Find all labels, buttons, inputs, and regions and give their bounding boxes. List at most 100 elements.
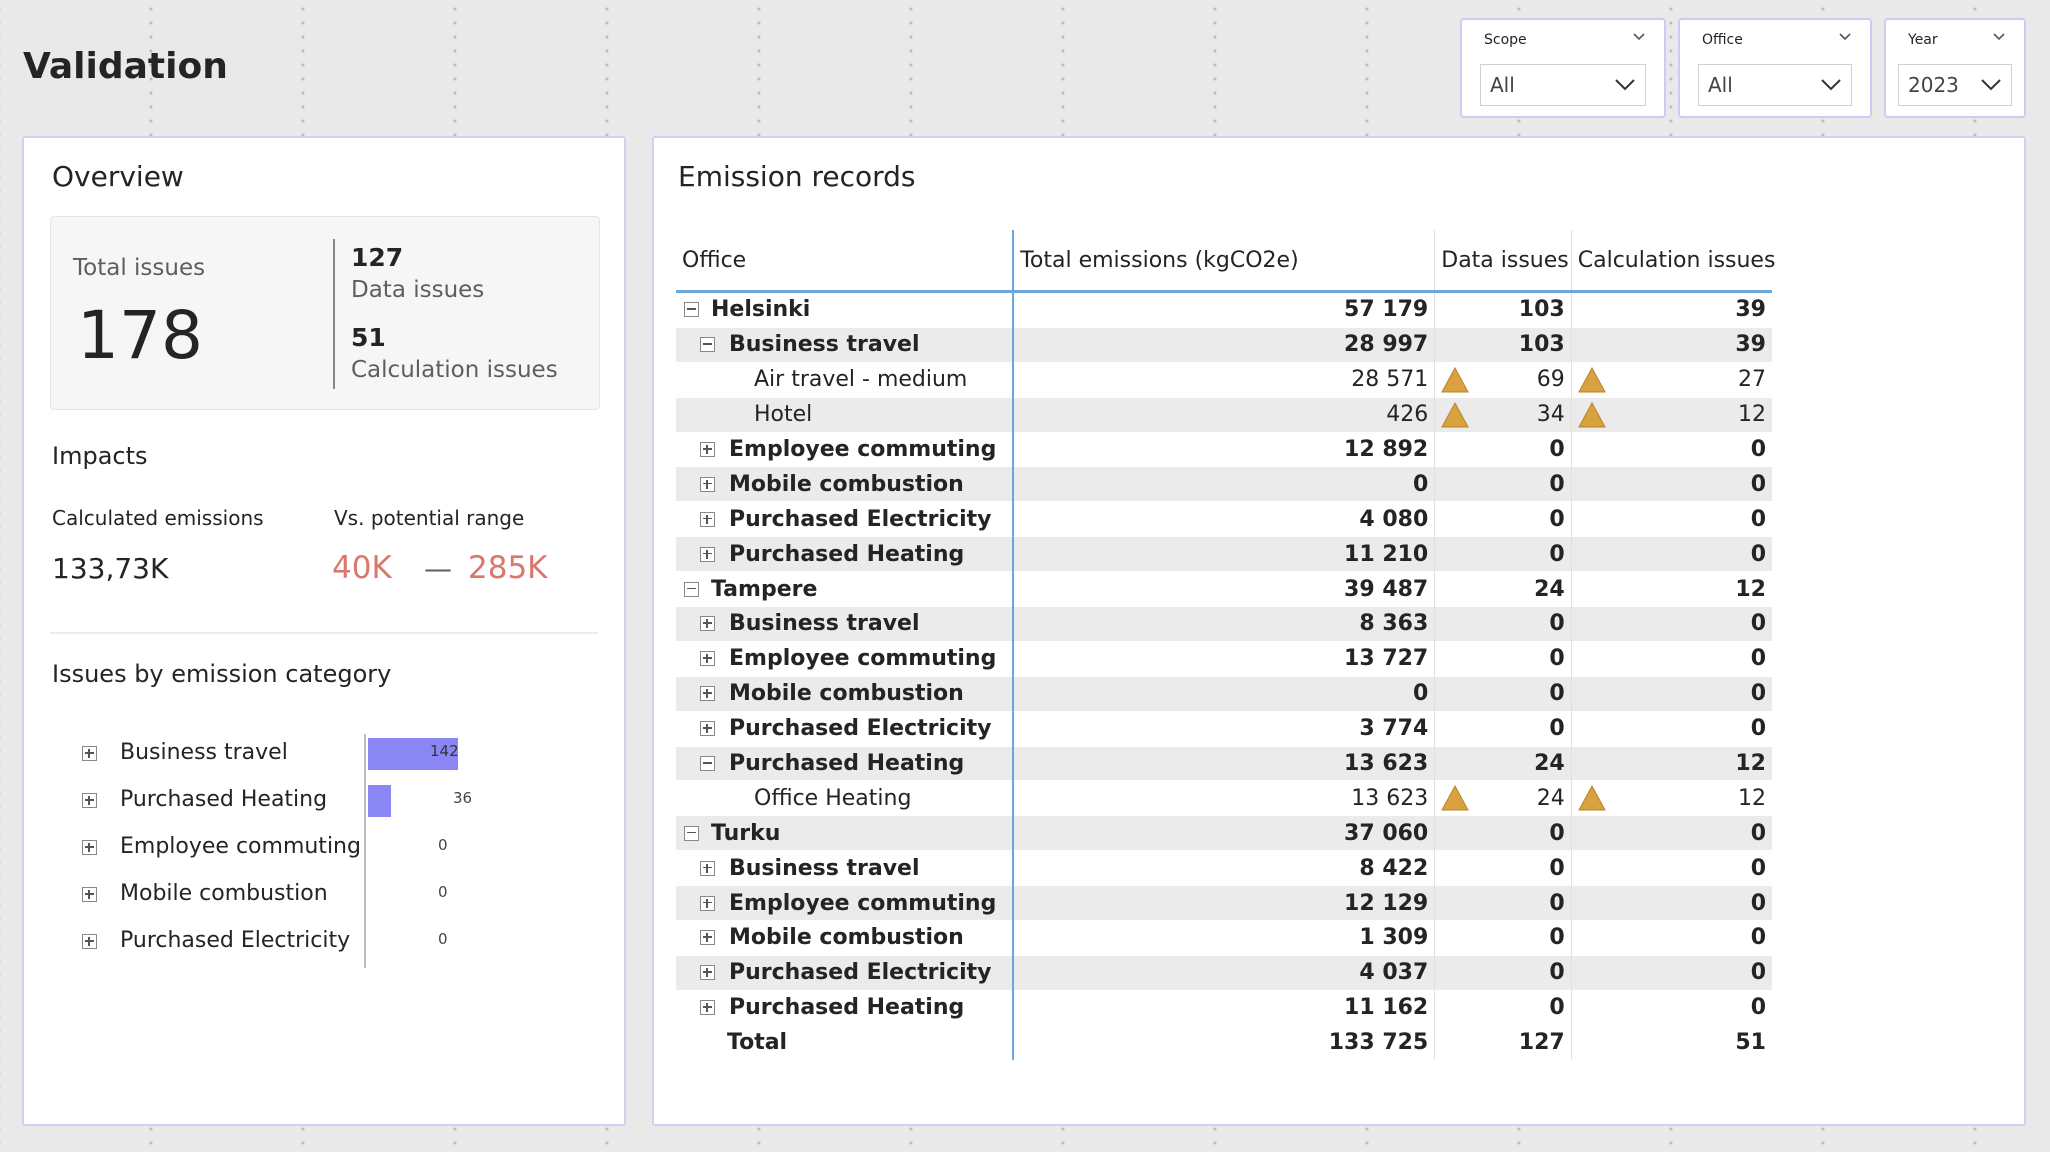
data-issues-cell: 0 — [1434, 954, 1572, 991]
calc-issues-cell: 0 — [1571, 954, 1772, 991]
matrix-row[interactable]: Business travel 8 363 0 0 — [676, 606, 1772, 642]
office-dropdown[interactable]: All — [1698, 64, 1852, 106]
column-header-calc-issues[interactable]: Calculation issues — [1571, 230, 1775, 293]
slicer-label: Office — [1702, 32, 1743, 48]
column-header-data-issues[interactable]: Data issues — [1434, 230, 1572, 293]
warning-icon — [1577, 401, 1606, 428]
expand-plus-icon[interactable] — [700, 860, 715, 876]
expand-plus-icon[interactable] — [700, 1000, 715, 1016]
range-label: Vs. potential range — [334, 506, 525, 530]
column-header-office[interactable]: Office — [676, 230, 1015, 293]
expand-plus-icon[interactable] — [82, 793, 97, 808]
collapse-minus-icon[interactable] — [684, 302, 699, 318]
matrix-row[interactable]: Business travel 28 997 103 39 — [676, 326, 1772, 363]
collapse-minus-icon[interactable] — [700, 756, 715, 772]
matrix-header-row: Office Total emissions (kgCO2e) Data iss… — [676, 230, 1775, 293]
data-issues-cell: 0 — [1434, 920, 1572, 956]
office-slicer[interactable]: Office All — [1678, 18, 1872, 118]
matrix-row[interactable]: Tampere 39 487 24 12 — [676, 571, 1772, 607]
office-cell: Business travel — [676, 326, 1015, 363]
emission-records-title: Emission records — [678, 160, 916, 193]
expand-plus-icon[interactable] — [700, 686, 715, 702]
range-high-value: 285K — [468, 550, 548, 586]
emissions-cell: 4 037 — [1013, 954, 1436, 991]
expand-plus-icon[interactable] — [700, 546, 715, 562]
emissions-cell: 4 080 — [1013, 501, 1436, 537]
matrix-row[interactable]: Purchased Electricity 4 080 0 0 — [676, 501, 1772, 537]
matrix-row[interactable]: Turku 37 060 0 0 — [676, 815, 1772, 851]
calc-issues-cell: 0 — [1571, 675, 1772, 712]
matrix-row[interactable]: Hotel 426 34 12 — [676, 396, 1772, 433]
emissions-cell: 0 — [1013, 675, 1436, 712]
expand-plus-icon[interactable] — [700, 930, 715, 946]
emissions-cell: 12 892 — [1013, 431, 1436, 467]
matrix-row[interactable]: Purchased Electricity 4 037 0 0 — [676, 954, 1772, 991]
office-cell: Turku — [676, 815, 1015, 851]
emissions-cell: 39 487 — [1013, 571, 1436, 607]
expand-plus-icon[interactable] — [700, 721, 715, 737]
expand-plus-icon[interactable] — [82, 887, 97, 902]
matrix-row[interactable]: Mobile combustion 0 0 0 — [676, 675, 1772, 712]
collapse-minus-icon[interactable] — [684, 581, 699, 597]
slicer-label: Year — [1908, 32, 1938, 48]
matrix-row[interactable]: Mobile combustion 0 0 0 — [676, 466, 1772, 502]
matrix-row[interactable]: Business travel 8 422 0 0 — [676, 850, 1772, 886]
matrix-row[interactable]: Air travel - medium 28 571 69 27 — [676, 361, 1772, 398]
calc-issues-cell: 12 — [1571, 745, 1772, 781]
calc-issues-label: Calculation issues — [351, 357, 558, 383]
column-header-emissions[interactable]: Total emissions (kgCO2e) — [1013, 230, 1436, 293]
emissions-cell: 28 571 — [1013, 361, 1436, 398]
issue-count: 12 — [1738, 402, 1766, 428]
expand-plus-icon[interactable] — [700, 651, 715, 667]
bar-value-label: 0 — [438, 883, 448, 901]
matrix-row[interactable]: Purchased Electricity 3 774 0 0 — [676, 710, 1772, 747]
total-issues-value: 178 — [77, 297, 203, 374]
chevron-down-icon — [1615, 79, 1635, 91]
scope-dropdown[interactable]: All — [1480, 64, 1646, 106]
matrix-row[interactable]: Helsinki 57 179 103 39 — [676, 291, 1772, 328]
bar-category-label: Business travel — [120, 740, 288, 765]
matrix-row[interactable]: Purchased Heating 13 623 24 12 — [676, 745, 1772, 781]
data-issues-cell: 24 — [1434, 745, 1572, 781]
bar-row-purchased-heating: Purchased Heating 36 — [50, 781, 490, 821]
data-issues-cell: 0 — [1434, 501, 1572, 537]
emissions-cell: 13 727 — [1013, 640, 1436, 677]
collapse-minus-icon[interactable] — [700, 337, 715, 353]
matrix-row[interactable]: Purchased Heating 11 162 0 0 — [676, 989, 1772, 1026]
scope-slicer[interactable]: Scope All — [1460, 18, 1666, 118]
row-label: Business travel — [729, 855, 920, 881]
matrix-row[interactable]: Employee commuting 13 727 0 0 — [676, 640, 1772, 677]
expand-plus-icon[interactable] — [82, 840, 97, 855]
issue-count: 69 — [1536, 367, 1565, 393]
slicer-value: All — [1490, 73, 1515, 97]
expand-plus-icon[interactable] — [700, 511, 715, 527]
chevron-down-icon[interactable] — [1632, 32, 1646, 42]
matrix-row[interactable]: Purchased Heating 11 210 0 0 — [676, 536, 1772, 572]
expand-plus-icon[interactable] — [700, 476, 715, 492]
data-issues-cell: 34 — [1434, 396, 1572, 433]
matrix-row[interactable]: Office Heating 13 623 24 12 — [676, 780, 1772, 816]
bar-row-business-travel: Business travel 142 — [50, 734, 490, 774]
expand-plus-icon[interactable] — [700, 895, 715, 911]
chevron-down-icon[interactable] — [1838, 32, 1852, 42]
bar-value-label: 0 — [438, 836, 448, 854]
year-dropdown[interactable]: 2023 — [1898, 64, 2012, 106]
expand-plus-icon[interactable] — [700, 442, 715, 457]
collapse-minus-icon[interactable] — [684, 825, 699, 841]
data-issues-cell: 69 — [1434, 361, 1572, 398]
office-cell: Office Heating — [676, 780, 1015, 816]
expand-plus-icon[interactable] — [82, 746, 97, 761]
expand-plus-icon[interactable] — [700, 965, 715, 981]
matrix-row[interactable]: Employee commuting 12 892 0 0 — [676, 431, 1772, 467]
matrix-row[interactable]: Employee commuting 12 129 0 0 — [676, 885, 1772, 921]
page-title: Validation — [23, 46, 228, 87]
expand-plus-icon[interactable] — [700, 616, 715, 632]
matrix-row[interactable]: Mobile combustion 1 309 0 0 — [676, 920, 1772, 956]
data-issues-cell: 103 — [1434, 291, 1572, 328]
bar-purchased-heating[interactable] — [368, 785, 391, 817]
expand-plus-icon[interactable] — [82, 934, 97, 949]
year-slicer[interactable]: Year 2023 — [1884, 18, 2026, 118]
emissions-cell: 28 997 — [1013, 326, 1436, 363]
calc-issues-cell: 0 — [1571, 920, 1772, 956]
chevron-down-icon[interactable] — [1992, 32, 2006, 42]
